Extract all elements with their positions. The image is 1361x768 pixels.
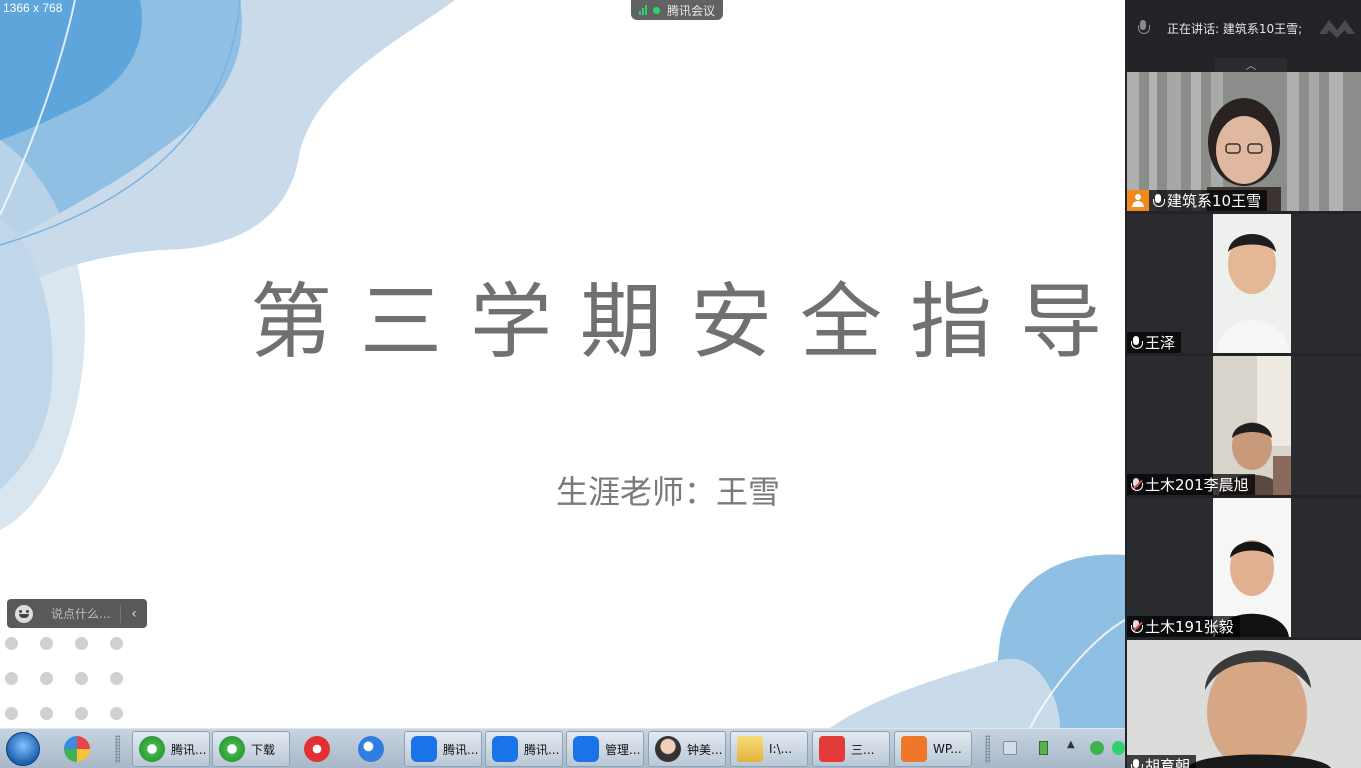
tencent-meeting-icon (492, 736, 518, 762)
show-hidden-icons-icon[interactable]: ▲ (1067, 739, 1077, 753)
taskbar-item[interactable]: 钟美... (648, 731, 726, 767)
taskbar-item[interactable]: 腾讯... (485, 731, 563, 767)
tencent-meeting-icon (411, 736, 437, 762)
participant-name: 建筑系10王雪 (1167, 192, 1262, 210)
taskbar-item-label: 腾讯... (524, 742, 560, 757)
wps-presentation-icon (901, 736, 927, 762)
slide-title: 第三学期安全指导 (250, 275, 1125, 370)
taskbar-item-label: WP... (933, 742, 962, 756)
taskbar-item[interactable]: 三... (812, 731, 890, 767)
taskbar-item-label: 管理... (605, 742, 641, 757)
system-tray: ▲ (1000, 729, 1125, 768)
quick-launch-item[interactable] (298, 731, 340, 767)
windows-taskbar: 腾讯... 下载 腾讯... 腾讯... 管理... 钟美... I:\... … (0, 728, 1125, 768)
taskbar-item-label: 腾讯... (171, 742, 207, 757)
muted-microphone-icon (1131, 619, 1143, 634)
taskbar-item[interactable]: 腾讯... (132, 731, 210, 767)
muted-microphone-icon (1131, 477, 1143, 492)
participant-name-tag: 土木191张毅 (1127, 616, 1240, 637)
speaking-now-label: 正在讲话: 建筑系10王雪; (1167, 21, 1303, 36)
shared-slide: 1366 x 768 腾讯会议 第三学期安全指导 生涯老师：王雪 说点什么...… (0, 0, 1125, 728)
participant-name-tag: 王泽 (1127, 332, 1182, 353)
tencent-meeting-icon (573, 736, 599, 762)
meeting-status-pill[interactable]: 腾讯会议 (631, 0, 723, 20)
wps-writer-icon (819, 736, 845, 762)
signal-strength-icon (639, 5, 647, 15)
meeting-app-label: 腾讯会议 (667, 3, 716, 18)
microphone-icon (1137, 20, 1150, 36)
quick-launch-item[interactable] (352, 731, 394, 767)
participant-tile[interactable]: 土木191张毅 (1127, 498, 1361, 637)
keyboard-icon[interactable] (1003, 741, 1017, 755)
host-badge-icon (1127, 190, 1149, 211)
taskbar-item-label: 三... (851, 742, 875, 757)
start-button[interactable] (2, 731, 44, 767)
participant-video (1127, 640, 1361, 768)
windows-start-icon (6, 732, 40, 766)
microphone-icon (1131, 758, 1143, 768)
taskbar-item[interactable]: 管理... (566, 731, 644, 767)
microphone-icon (1131, 335, 1143, 350)
participant-name-tag: 建筑系10王雪 (1127, 190, 1268, 211)
participant-name: 王泽 (1145, 334, 1176, 352)
tencent-meeting-logo-icon (1319, 20, 1355, 38)
taskbar-item[interactable]: WP... (894, 731, 972, 767)
collapse-chat-icon[interactable]: ‹ (121, 606, 147, 622)
taskbar-item-label: I:\... (769, 742, 793, 756)
network-icon[interactable] (1090, 741, 1104, 755)
taskbar-item-label: 下载 (251, 742, 276, 757)
chat-input-bar[interactable]: 说点什么... ‹ (7, 599, 147, 628)
participant-name: 土木191张毅 (1145, 618, 1234, 636)
participant-tile[interactable]: 胡育朝 (1127, 640, 1361, 768)
connection-status-icon (653, 6, 660, 14)
participant-name-tag: 土木201李晨旭 (1127, 474, 1255, 495)
taskbar-item[interactable]: 下载 (212, 731, 290, 767)
folder-icon (737, 736, 763, 762)
quick-launch-item[interactable] (58, 731, 98, 767)
swirl-app-icon (358, 736, 384, 762)
chat-input[interactable]: 说点什么... (51, 605, 120, 622)
participant-tile[interactable]: 土木201李晨旭 (1127, 356, 1361, 495)
wechat-icon[interactable] (1112, 741, 1125, 755)
participant-panel: 正在讲话: 建筑系10王雪; ︿ 建筑系10王雪 王泽 土木201李晨旭 土木1… (1125, 0, 1361, 768)
participant-tile[interactable]: 建筑系10王雪 (1127, 72, 1361, 211)
emoji-icon[interactable] (15, 604, 33, 623)
taskbar-item[interactable]: I:\... (730, 731, 808, 767)
battery-icon[interactable] (1039, 741, 1048, 755)
participant-tile[interactable]: 王泽 (1127, 214, 1361, 353)
browser-icon (219, 736, 245, 762)
participant-name: 土木201李晨旭 (1145, 476, 1249, 494)
microphone-icon (1153, 193, 1165, 208)
taskbar-item[interactable]: 腾讯... (404, 731, 482, 767)
participant-name: 胡育朝 (1145, 757, 1191, 768)
taskbar-item-label: 钟美... (687, 742, 723, 757)
resolution-label: 1366 x 768 (3, 1, 63, 15)
browser-icon (139, 736, 165, 762)
taskbar-grip[interactable] (115, 735, 120, 763)
taskbar-grip[interactable] (985, 735, 990, 763)
slide-subtitle: 生涯老师：王雪 (556, 473, 781, 511)
netease-music-icon (304, 736, 330, 762)
taskbar-item-label: 腾讯... (443, 742, 479, 757)
participant-name-tag: 胡育朝 (1127, 755, 1197, 768)
avatar-icon (655, 736, 681, 762)
colorful-app-icon (64, 736, 90, 762)
